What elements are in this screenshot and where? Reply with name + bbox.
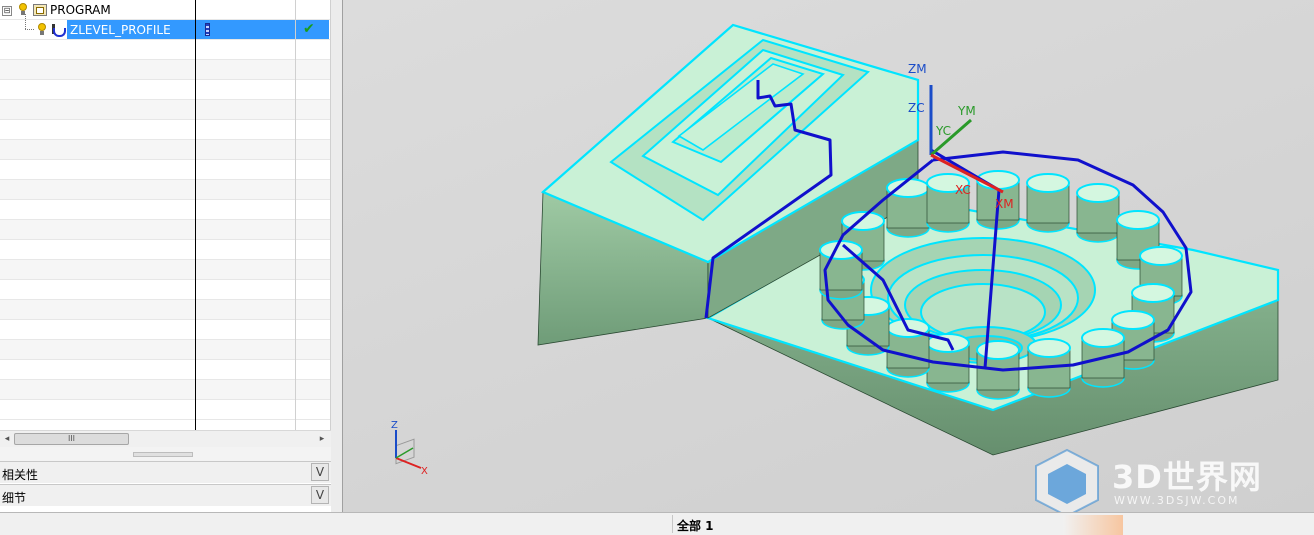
dependencies-panel[interactable]: 相关性 V xyxy=(0,461,331,483)
tree-row-label: PROGRAM xyxy=(50,3,111,17)
operation-tree: ⊟ PROGRAM ZLEVEL_PROFILE ✔ xyxy=(0,0,331,430)
tree-row-empty xyxy=(0,400,331,420)
operation-navigator: ⊟ PROGRAM ZLEVEL_PROFILE ✔ ◂ III ▸ 相关性 V xyxy=(0,0,332,512)
tree-row-empty xyxy=(0,180,331,200)
tree-row-empty xyxy=(0,260,331,280)
tree-row-empty xyxy=(0,40,331,60)
zlevel-operation-icon xyxy=(50,23,66,37)
tree-row-empty xyxy=(0,320,331,340)
view-triad: Z X xyxy=(391,420,428,477)
dependencies-label: 相关性 xyxy=(2,468,39,482)
tree-row-empty xyxy=(0,100,331,120)
tool-icon xyxy=(205,23,210,36)
panel-splitter[interactable] xyxy=(0,447,331,461)
xc-label: XC xyxy=(955,183,971,197)
watermark: 3D世界网 WWW.3DSJW.COM xyxy=(1030,446,1300,512)
tree-row-empty xyxy=(0,200,331,220)
status-accent xyxy=(1063,515,1123,535)
resource-bar-separator[interactable] xyxy=(331,0,343,512)
tree-row-empty xyxy=(0,380,331,400)
tree-row-label: ZLEVEL_PROFILE xyxy=(70,23,171,37)
zm-label: ZM xyxy=(908,62,927,76)
cylinder-boss xyxy=(886,178,930,238)
check-icon: ✔ xyxy=(303,21,315,37)
tree-row-empty xyxy=(0,280,331,300)
tree-row-zlevel-profile[interactable]: ZLEVEL_PROFILE ✔ xyxy=(0,14,331,40)
column-divider[interactable] xyxy=(295,0,296,430)
tree-row-empty xyxy=(0,300,331,320)
tree-row-empty xyxy=(0,160,331,180)
tree-row-empty xyxy=(0,340,331,360)
triad-x-label: X xyxy=(421,466,428,477)
tree-row-empty xyxy=(0,80,331,100)
yc-label: YC xyxy=(935,124,951,138)
column-divider[interactable] xyxy=(195,0,196,430)
status-cell: 全部 1 xyxy=(673,515,1063,533)
details-panel[interactable]: 细节 V xyxy=(0,484,331,506)
ym-label: YM xyxy=(957,104,976,118)
program-folder-icon xyxy=(33,4,47,16)
collapse-icon[interactable]: ⊟ xyxy=(2,6,12,16)
selection-status: 全部 1 xyxy=(677,519,714,533)
scroll-left-icon[interactable]: ◂ xyxy=(0,431,14,447)
chevron-down-icon[interactable]: V xyxy=(311,486,329,504)
triad-z-label: Z xyxy=(391,420,398,431)
cube-logo-icon xyxy=(1035,448,1099,512)
details-label: 细节 xyxy=(2,491,27,505)
status-cell xyxy=(0,515,673,533)
tree-row-program[interactable]: ⊟ PROGRAM xyxy=(0,0,331,20)
horizontal-scrollbar[interactable]: ◂ III ▸ xyxy=(0,430,331,447)
tree-row-empty xyxy=(0,220,331,240)
xm-label: XM xyxy=(995,197,1014,211)
scroll-right-icon[interactable]: ▸ xyxy=(315,431,329,447)
chevron-down-icon[interactable]: V xyxy=(311,463,329,481)
selected-highlight: ZLEVEL_PROFILE ✔ xyxy=(67,20,329,39)
cylinder-boss xyxy=(1076,183,1120,243)
zc-label: ZC xyxy=(908,101,925,115)
tree-row-empty xyxy=(0,120,331,140)
tree-row-empty xyxy=(0,360,331,380)
graphics-viewport[interactable]: ZM ZC YM YC XC XM Z X 3D世界网 WWW.3DSJW.CO… xyxy=(343,0,1314,512)
bulb-icon xyxy=(38,23,46,35)
tree-row-empty xyxy=(0,240,331,260)
scrollbar-thumb[interactable]: III xyxy=(14,433,129,445)
tree-row-empty xyxy=(0,60,331,80)
tree-row-empty xyxy=(0,140,331,160)
watermark-text: 3D世界网 xyxy=(1112,458,1262,496)
model-view: ZM ZC YM YC XC XM Z X xyxy=(391,23,1280,477)
watermark-url: WWW.3DSJW.COM xyxy=(1114,494,1240,507)
cylinder-boss xyxy=(1026,173,1070,233)
splitter-grip[interactable] xyxy=(133,452,193,457)
